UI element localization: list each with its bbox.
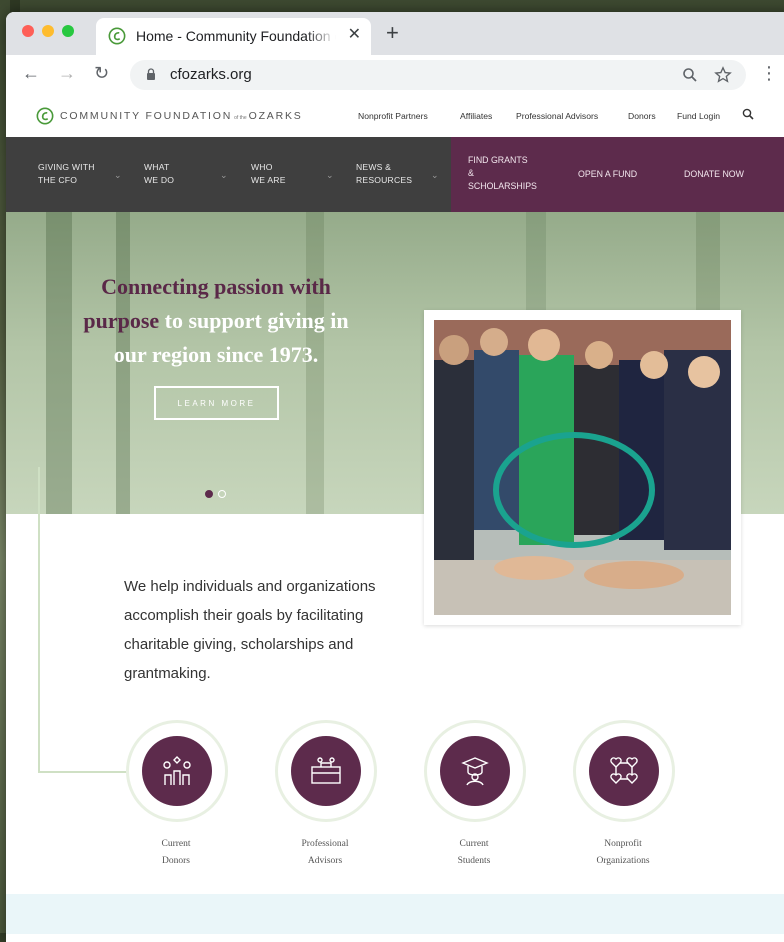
zoom-icon[interactable] (682, 67, 698, 83)
audience-ring (275, 720, 377, 822)
bookmark-star-icon[interactable] (714, 66, 732, 84)
browser-toolbar: ← → ↻ cfozarks.org ⋮ (6, 55, 784, 96)
browser-window: Home - Community Foundation of the Ozark… (6, 12, 784, 942)
search-icon[interactable] (742, 108, 754, 120)
learn-more-button[interactable]: LEARN MORE (154, 386, 279, 420)
browser-menu-icon[interactable]: ⋮ (760, 63, 778, 84)
main-navigation: Giving with the CFO ⌄ What we do ⌄ Who we a… (6, 137, 784, 212)
nav-donate-now[interactable]: Donate Now (684, 168, 744, 181)
minimize-window-button[interactable] (42, 25, 54, 37)
tab-bar: Home - Community Foundation of the Ozark… (6, 12, 784, 55)
chevron-down-icon: ⌄ (220, 170, 228, 180)
audience-label: Current Donors (161, 839, 191, 866)
maximize-window-button[interactable] (62, 25, 74, 37)
audience-label: Nonprofit Organizations (596, 839, 650, 866)
slide-dot-active[interactable] (205, 490, 213, 498)
slide-dot[interactable] (218, 490, 226, 498)
advisors-icon (291, 736, 361, 806)
util-link-affiliates[interactable]: Affiliates (460, 111, 492, 121)
decorative-line (38, 467, 40, 772)
close-tab-icon[interactable]: ✕ (348, 24, 361, 44)
site-utility-header: COMMUNITY FOUNDATION of the OZARKS Nonprof… (6, 95, 784, 137)
hero-photo (424, 310, 741, 625)
students-icon (440, 736, 510, 806)
nav-find-grants-scholarships[interactable]: Find Grants & Scholarships (468, 154, 537, 193)
chevron-down-icon: ⌄ (431, 170, 439, 180)
tab-title: Home - Community Foundation of the Ozark… (136, 28, 336, 44)
audience-professional-advisors[interactable]: Professional Advisors (275, 720, 377, 870)
url-text: cfozarks.org (170, 66, 252, 83)
audience-label: Professional Advisors (301, 839, 349, 866)
logo-text: COMMUNITY FOUNDATION of the OZARKS (60, 110, 303, 122)
audience-current-donors[interactable]: Current Donors (126, 720, 228, 870)
audience-ring (424, 720, 526, 822)
site-logo[interactable]: COMMUNITY FOUNDATION of the OZARKS (36, 107, 303, 125)
mission-statement: We help individuals and organizations ac… (124, 578, 376, 682)
nonprofit-icon (589, 736, 659, 806)
chevron-down-icon: ⌄ (114, 170, 122, 180)
audience-ring (126, 720, 228, 822)
util-link-donors[interactable]: Donors (628, 111, 656, 121)
browser-tab[interactable]: Home - Community Foundation of the Ozark… (96, 18, 371, 55)
util-link-fund-login[interactable]: Fund Login (677, 111, 720, 121)
nav-cta-group: Find Grants & Scholarships Open a Fund Don… (451, 137, 784, 212)
audience-ring (573, 720, 675, 822)
close-window-button[interactable] (22, 25, 34, 37)
hero-headline: Connecting passion with purpose to suppo… (83, 274, 349, 367)
util-link-professional-advisors[interactable]: Professional Advisors (516, 111, 598, 121)
audience-current-students[interactable]: Current Students (424, 720, 526, 870)
forward-icon[interactable]: → (58, 63, 76, 84)
cfo-logo-icon (36, 107, 54, 125)
audience-label: Current Students (457, 839, 491, 866)
util-link-nonprofit-partners[interactable]: Nonprofit Partners (358, 111, 428, 121)
cfo-favicon-icon (108, 27, 126, 45)
address-bar[interactable]: cfozarks.org (130, 60, 746, 90)
chevron-down-icon: ⌄ (326, 170, 334, 180)
nav-open-a-fund[interactable]: Open a Fund (578, 168, 637, 181)
audience-nonprofit-organizations[interactable]: Nonprofit Organizations (573, 720, 675, 870)
lock-icon (147, 68, 155, 80)
students-hoop-photo (434, 320, 731, 615)
nav-who-we-are[interactable]: Who we are (251, 161, 286, 187)
reload-icon[interactable]: ↻ (94, 63, 109, 84)
nav-news-resources[interactable]: News & Resources (356, 161, 412, 187)
back-icon[interactable]: ← (22, 63, 40, 84)
nav-what-we-do[interactable]: What we do (144, 161, 174, 187)
nav-giving-with-the-cfo[interactable]: Giving with the CFO (38, 161, 95, 187)
next-section-band (6, 894, 784, 934)
decorative-line (38, 771, 128, 773)
new-tab-button[interactable]: + (386, 20, 399, 46)
donors-icon (142, 736, 212, 806)
